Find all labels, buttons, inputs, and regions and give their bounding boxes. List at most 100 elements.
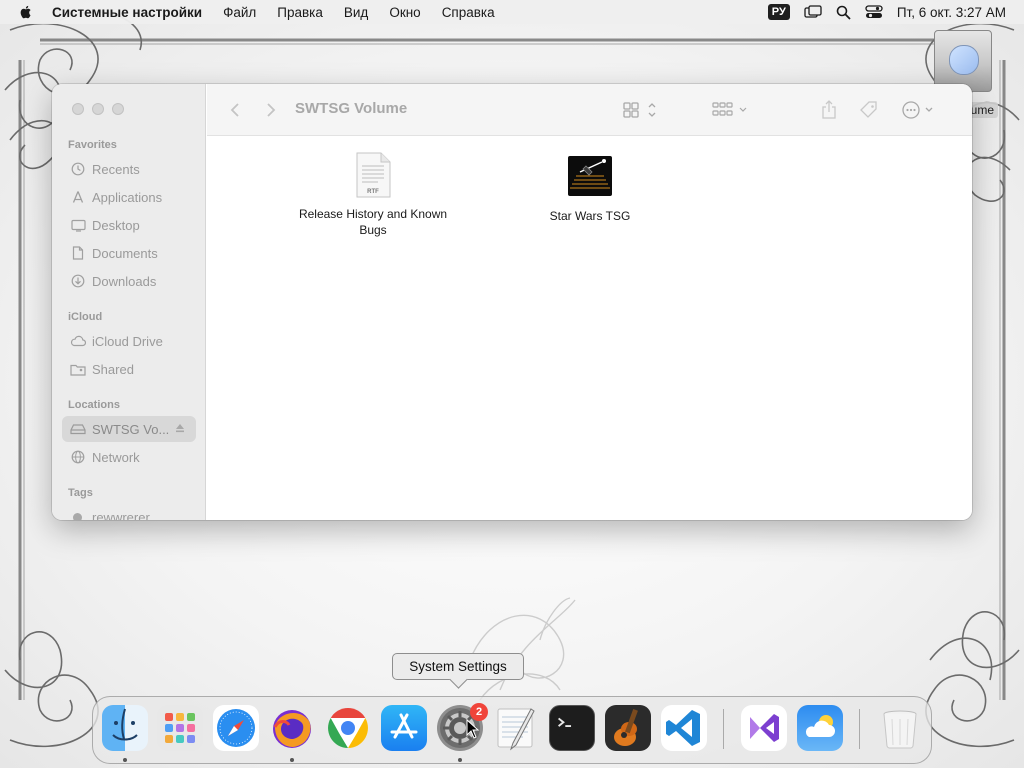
tag-icon — [860, 101, 877, 118]
dock-tooltip: System Settings — [392, 653, 524, 680]
terminal-icon — [558, 717, 572, 728]
sidebar-item-label: Downloads — [92, 273, 157, 289]
cloud-icon — [70, 333, 86, 349]
dock-garageband[interactable] — [605, 705, 651, 751]
dock-finder[interactable] — [102, 705, 148, 751]
running-indicator — [123, 758, 127, 762]
menu-app-name[interactable]: Системные настройки — [52, 5, 202, 20]
clock-icon — [70, 161, 86, 177]
shared-folder-icon — [70, 361, 86, 377]
menu-bar: Системные настройки Файл Правка Вид Окно… — [0, 0, 1024, 24]
tag-button[interactable] — [859, 99, 879, 121]
eject-icon[interactable] — [174, 422, 186, 437]
sidebar-item-label: Recents — [92, 161, 140, 177]
spotlight-search-icon[interactable] — [836, 5, 851, 20]
minimize-window-button[interactable] — [92, 103, 104, 115]
sidebar-heading-tags: Tags — [68, 487, 93, 499]
zoom-window-button[interactable] — [112, 103, 124, 115]
visual-studio-icon — [750, 714, 779, 742]
chevron-right-icon — [267, 103, 276, 117]
menu-window[interactable]: Окно — [389, 5, 420, 20]
sidebar-item-label: Network — [92, 449, 140, 465]
finder-window: Favorites Recents Applications Desktop D… — [52, 84, 972, 520]
dock-terminal[interactable] — [549, 705, 595, 751]
screen-mirroring-icon[interactable] — [804, 5, 822, 19]
sidebar-item-label: iCloud Drive — [92, 333, 163, 349]
sidebar-item-downloads[interactable]: Downloads — [62, 268, 196, 294]
garageband-icon — [614, 709, 638, 746]
finder-icon — [112, 708, 138, 741]
sidebar-item-label: Documents — [92, 245, 158, 261]
file-release-history[interactable]: RTF Release History and Known Bugs — [288, 152, 458, 238]
dock-textedit[interactable] — [493, 705, 539, 751]
icon-grid-view-icon — [623, 102, 656, 118]
file-star-wars-tsg[interactable]: Star Wars TSG — [505, 152, 675, 224]
forward-button[interactable] — [261, 100, 281, 120]
dock-firefox[interactable] — [269, 705, 315, 751]
dock-chrome[interactable] — [325, 705, 371, 751]
finder-sidebar: Favorites Recents Applications Desktop D… — [52, 84, 206, 520]
sidebar-item-documents[interactable]: Documents — [62, 240, 196, 266]
more-actions-button[interactable] — [901, 99, 937, 121]
sidebar-item-label: SWTSG Vo... — [92, 421, 170, 437]
sidebar-item-tag[interactable]: rewwrerer — [62, 504, 196, 520]
textedit-icon — [497, 708, 535, 751]
window-controls — [72, 103, 132, 115]
sidebar-heading-locations: Locations — [68, 399, 120, 411]
sidebar-item-network[interactable]: Network — [62, 444, 196, 470]
sidebar-heading-icloud: iCloud — [68, 311, 103, 323]
dock-weather[interactable] — [797, 705, 843, 751]
sidebar-item-desktop[interactable]: Desktop — [62, 212, 196, 238]
sidebar-heading-favorites: Favorites — [68, 139, 117, 151]
trash-icon — [883, 710, 917, 749]
sidebar-item-label: Applications — [92, 189, 163, 205]
dock-vscode[interactable] — [661, 705, 707, 751]
sidebar-item-label: Shared — [92, 361, 134, 377]
dock-app-store[interactable] — [381, 705, 427, 751]
app-icon — [568, 156, 612, 196]
share-icon — [822, 100, 836, 119]
firefox-icon — [273, 710, 311, 748]
finder-content: RTF Release History and Known Bugs Star … — [207, 137, 972, 520]
dock-separator — [859, 709, 860, 749]
menu-bar-clock[interactable]: Пт, 6 окт. 3:27 AM — [897, 5, 1006, 20]
sidebar-item-swtsg-volume[interactable]: SWTSG Vo... — [62, 416, 196, 442]
globe-icon — [70, 449, 86, 465]
share-button[interactable] — [821, 99, 837, 121]
sidebar-item-applications[interactable]: Applications — [62, 184, 196, 210]
dock-safari[interactable] — [213, 705, 259, 751]
menu-file[interactable]: Файл — [223, 5, 256, 20]
dock-launchpad[interactable] — [157, 705, 203, 751]
vscode-icon — [666, 710, 700, 746]
dock-trash[interactable] — [877, 705, 923, 751]
apple-menu-icon[interactable] — [18, 4, 34, 20]
dock: 2 — [92, 696, 932, 764]
sidebar-item-label: Desktop — [92, 217, 140, 233]
menu-edit[interactable]: Правка — [277, 5, 323, 20]
input-source-indicator[interactable]: РУ — [767, 4, 790, 20]
group-by-button[interactable] — [712, 99, 752, 121]
menu-help[interactable]: Справка — [442, 5, 495, 20]
menu-view[interactable]: Вид — [344, 5, 368, 20]
sidebar-item-icloud-drive[interactable]: iCloud Drive — [62, 328, 196, 354]
file-name: Release History and Known Bugs — [298, 207, 448, 237]
safari-icon — [217, 709, 255, 747]
tag-color-dot — [73, 512, 82, 520]
applications-icon — [70, 189, 86, 205]
sidebar-item-recents[interactable]: Recents — [62, 156, 196, 182]
finder-toolbar: SWTSG Volume — [207, 84, 972, 136]
close-window-button[interactable] — [72, 103, 84, 115]
weather-icon — [805, 715, 835, 737]
file-name: Star Wars TSG — [549, 209, 631, 223]
drive-icon — [934, 30, 992, 92]
dock-visual-studio[interactable] — [741, 705, 787, 751]
drive-icon — [70, 421, 86, 437]
view-mode-button[interactable] — [623, 99, 659, 121]
back-button[interactable] — [225, 100, 245, 120]
download-icon — [70, 273, 86, 289]
control-center-icon[interactable] — [865, 5, 883, 19]
launchpad-icon — [165, 713, 195, 743]
desktop-icon — [70, 217, 86, 233]
sidebar-item-shared[interactable]: Shared — [62, 356, 196, 382]
document-icon — [70, 245, 86, 261]
